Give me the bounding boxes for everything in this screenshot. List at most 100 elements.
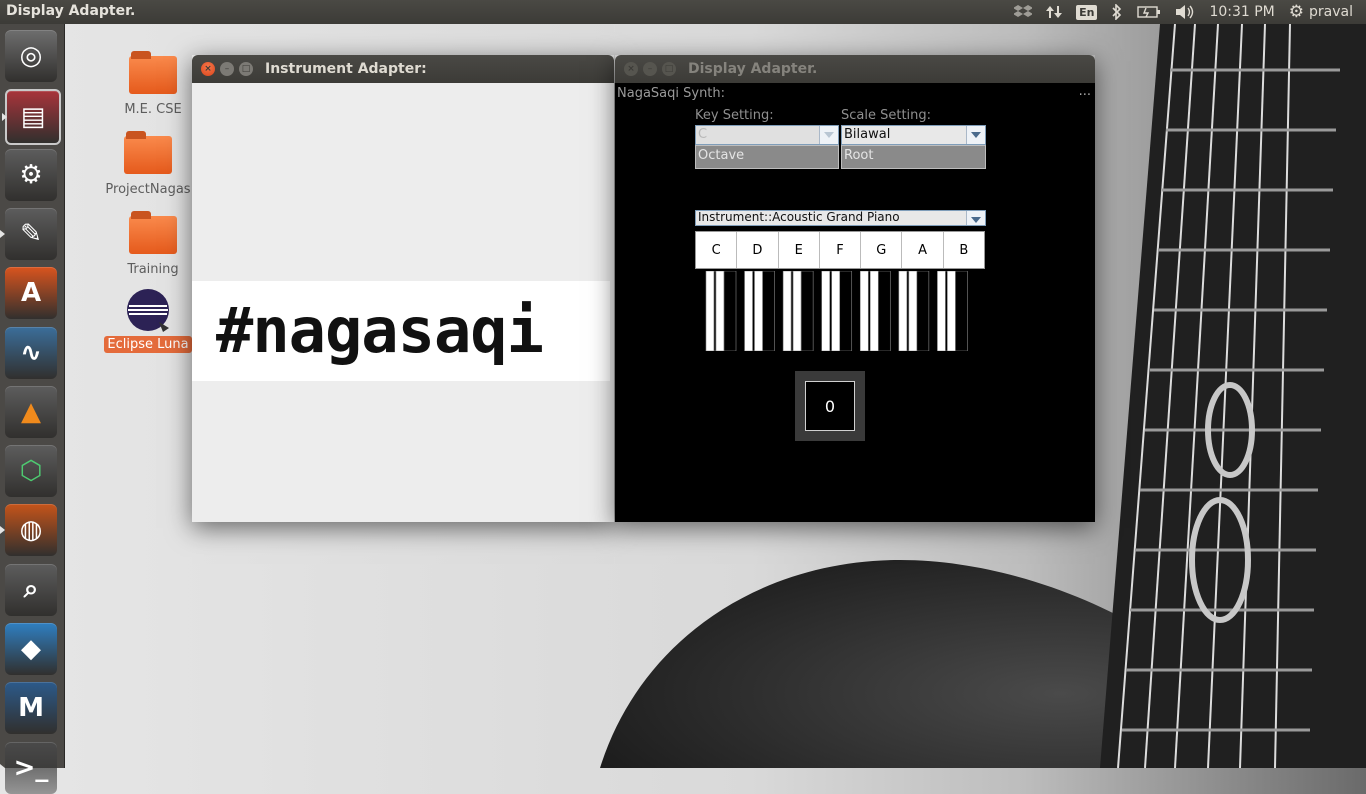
- piano-keyboard[interactable]: [705, 271, 975, 351]
- battery-icon[interactable]: [1130, 0, 1168, 24]
- piano-key-stripe[interactable]: [869, 271, 879, 351]
- overflow-indicator: ...: [1078, 84, 1091, 99]
- launcher-item-firefox[interactable]: ◍: [0, 504, 57, 557]
- launcher-item-vlc[interactable]: ▲: [5, 385, 57, 438]
- keyboard-layout-indicator[interactable]: En: [1069, 0, 1104, 24]
- synth-label: NagaSaqi Synth:: [617, 86, 726, 101]
- launcher-item-system-monitor[interactable]: ∿: [5, 326, 57, 379]
- piano-key-stripe[interactable]: [715, 271, 725, 351]
- desktop-launcher-eclipse[interactable]: Eclipse Luna: [103, 288, 193, 357]
- piano-key-stripe[interactable]: [839, 271, 853, 351]
- piano-key-stripe[interactable]: [705, 271, 715, 351]
- counter-panel: 0: [795, 371, 865, 441]
- note-buttons: CDEFGAB: [695, 231, 985, 269]
- note-button-e[interactable]: E: [779, 232, 820, 268]
- green-hexagon-icon: ⬡: [19, 456, 43, 487]
- scale-select[interactable]: Bilawal: [841, 125, 986, 145]
- instrument-adapter-window: × – □ Instrument Adapter: #nagasaqi: [192, 55, 614, 522]
- desktop-icon-label: Training: [127, 262, 179, 277]
- display-adapter-content: NagaSaqi Synth: ... Key Setting: Scale S…: [615, 83, 1095, 522]
- top-panel: Display Adapter. En 10:31 PM ⚙ praval: [0, 0, 1366, 24]
- launcher-item-app-hexagon[interactable]: ⬡: [5, 445, 57, 498]
- launcher-item-image-viewer[interactable]: ⌕: [5, 563, 57, 616]
- close-button[interactable]: ×: [201, 62, 215, 76]
- piano-key-stripe[interactable]: [947, 271, 956, 351]
- note-button-f[interactable]: F: [820, 232, 862, 268]
- window-titlebar[interactable]: × – □ Display Adapter.: [615, 55, 1095, 83]
- launcher-item-app-m[interactable]: M: [5, 682, 57, 735]
- monitor-graph-icon: ∿: [20, 337, 42, 368]
- launcher-item-dash-home[interactable]: ◎: [5, 30, 57, 82]
- notepad-icon: ✎: [20, 218, 42, 249]
- root-field[interactable]: Root: [841, 145, 986, 169]
- folder-icon: [129, 211, 177, 254]
- window-title: Instrument Adapter:: [265, 61, 427, 77]
- network-updown-icon[interactable]: [1039, 0, 1069, 24]
- running-indicator: [2, 113, 7, 122]
- note-button-d[interactable]: D: [737, 232, 779, 268]
- piano-key-stripe[interactable]: [782, 271, 792, 351]
- running-indicator: [0, 229, 5, 238]
- maximize-button[interactable]: □: [662, 62, 676, 76]
- shopping-bag-icon: A: [20, 278, 42, 309]
- piano-key-stripe[interactable]: [752, 271, 755, 351]
- chevron-down-icon: [966, 126, 985, 144]
- desktop-folder-training[interactable]: Training: [103, 211, 203, 277]
- m-logo-icon: M: [18, 693, 44, 724]
- note-button-b[interactable]: B: [944, 232, 984, 268]
- launcher-item-software-center[interactable]: A: [5, 267, 57, 320]
- note-button-c[interactable]: C: [696, 232, 738, 268]
- launcher-item-system-settings[interactable]: ⚙: [5, 148, 57, 201]
- close-button[interactable]: ×: [624, 62, 638, 76]
- piano-key-stripe[interactable]: [916, 271, 930, 351]
- piano-key-stripe[interactable]: [937, 271, 946, 351]
- minimize-button[interactable]: –: [643, 62, 657, 76]
- chevron-down-icon: [966, 211, 985, 225]
- launcher-item-files[interactable]: ▤: [2, 89, 61, 146]
- gear-icon: ⚙: [1288, 2, 1305, 22]
- instrument-select-value: Instrument::Acoustic Grand Piano: [698, 210, 900, 224]
- window-title: Display Adapter.: [688, 61, 818, 77]
- piano-key-stripe[interactable]: [898, 271, 908, 351]
- desktop-icon-label: ProjectNagas: [105, 182, 191, 197]
- bluetooth-icon[interactable]: [1104, 0, 1130, 24]
- octave-field[interactable]: Octave: [695, 145, 839, 169]
- piano-key-stripe[interactable]: [762, 271, 775, 351]
- desktop-folder-me-cse[interactable]: M.E. CSE: [103, 51, 203, 117]
- keyboard-layout-label: En: [1076, 4, 1098, 20]
- counter-display: 0: [805, 381, 855, 431]
- maximize-button[interactable]: □: [239, 62, 253, 76]
- piano-key-stripe[interactable]: [744, 271, 753, 351]
- piano-key-stripe[interactable]: [831, 271, 841, 351]
- piano-key-stripe[interactable]: [754, 271, 763, 351]
- session-menu[interactable]: ⚙ praval: [1282, 0, 1360, 24]
- dropbox-indicator-icon[interactable]: [1007, 0, 1039, 24]
- magnifier-chart-icon: ⌕: [23, 574, 39, 605]
- key-select[interactable]: C: [695, 125, 839, 145]
- instrument-select[interactable]: Instrument::Acoustic Grand Piano: [695, 210, 986, 226]
- volume-icon[interactable]: [1168, 0, 1202, 24]
- piano-key-stripe[interactable]: [908, 271, 918, 351]
- note-button-g[interactable]: G: [861, 232, 903, 268]
- clock[interactable]: 10:31 PM: [1202, 0, 1281, 24]
- note-button-a[interactable]: A: [902, 232, 944, 268]
- display-adapter-window: × – □ Display Adapter. NagaSaqi Synth: .…: [615, 55, 1095, 522]
- desktop-folder-projectnagasaqi[interactable]: ProjectNagas: [103, 131, 193, 197]
- piano-key-stripe[interactable]: [859, 271, 869, 351]
- piano-key-stripe[interactable]: [821, 271, 831, 351]
- piano-key-stripe[interactable]: [955, 271, 968, 351]
- piano-key-stripe[interactable]: [800, 271, 814, 351]
- chevron-down-icon: [819, 126, 838, 144]
- piano-key-stripe[interactable]: [723, 271, 737, 351]
- launcher-item-text-editor[interactable]: ✎: [0, 207, 57, 260]
- minimize-button[interactable]: –: [220, 62, 234, 76]
- user-name: praval: [1309, 4, 1353, 20]
- window-titlebar[interactable]: × – □ Instrument Adapter:: [192, 55, 614, 83]
- launcher-item-dropbox[interactable]: ◆: [5, 623, 57, 675]
- piano-key-stripe[interactable]: [877, 271, 891, 351]
- folder-icon: [129, 51, 177, 94]
- scale-select-value: Bilawal: [844, 127, 891, 142]
- piano-key-stripe[interactable]: [792, 271, 802, 351]
- piano-key-stripe[interactable]: [867, 271, 871, 351]
- traffic-cone-icon: ▲: [21, 396, 41, 427]
